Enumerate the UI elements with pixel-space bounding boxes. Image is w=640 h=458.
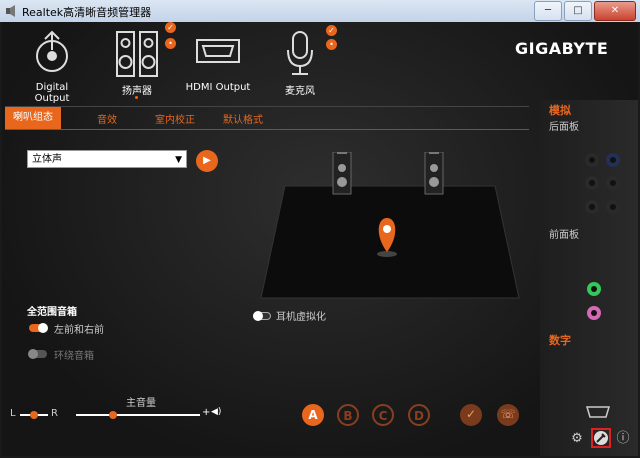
profile-c-button[interactable]: C	[372, 404, 394, 426]
maximize-button[interactable]: □	[564, 1, 592, 21]
tab-label: HDMI Output	[185, 82, 251, 93]
surround-label: 环绕音箱	[54, 351, 94, 362]
back-jack-2[interactable]	[606, 153, 620, 167]
info-icon[interactable]: ⓘ	[614, 430, 632, 448]
speaker-config-select[interactable]: 立体声 ▼	[27, 150, 187, 168]
full-range-title: 全范围音箱	[27, 307, 77, 318]
settings-gear-icon[interactable]: ⚙	[568, 430, 586, 448]
front-panel-label: 前面板	[549, 230, 579, 241]
wrench-icon	[594, 431, 608, 445]
balance-slider-thumb[interactable]	[30, 411, 38, 419]
headphone-virtualization-toggle[interactable]	[253, 311, 271, 321]
hdmi-port-icon[interactable]	[586, 406, 610, 418]
mute-speaker-icon[interactable]: ◀)	[211, 407, 221, 417]
tab-speaker-config[interactable]: 喇叭组态	[5, 107, 61, 129]
tab-speakers[interactable]: 扬声器	[108, 26, 166, 99]
brand-logo: GIGABYTE	[515, 39, 609, 58]
hdmi-icon	[196, 39, 240, 63]
profile-a-button[interactable]: A	[302, 404, 324, 426]
back-jack-6[interactable]	[606, 200, 620, 214]
main-volume-title: 主音量	[126, 398, 156, 409]
front-lr-toggle[interactable]	[29, 323, 48, 333]
sub-tab-bar: 喇叭组态 音效 室内校正 默认格式	[5, 106, 529, 130]
jack-side-panel: 模拟 后面板 前面板 数字 ⚙ ⓘ	[540, 100, 638, 456]
digital-output-icon	[36, 30, 68, 72]
back-jack-1[interactable]	[585, 153, 599, 167]
main-client: Digital Output 扬声器 ✓ • HDMI Output 麦克风 ✓…	[2, 22, 638, 456]
advanced-settings-button[interactable]	[591, 428, 611, 448]
volume-plus-icon: +	[202, 407, 211, 418]
realtek-speaker-icon	[6, 5, 15, 17]
chevron-down-icon: ▼	[175, 155, 182, 165]
tab-label: 麦克风	[285, 86, 315, 97]
back-jack-5[interactable]	[585, 200, 599, 214]
title-bar: Realtek高清晰音频管理器 ─ □ ✕	[0, 0, 640, 22]
digital-header: 数字	[549, 334, 571, 347]
tab-label: Digital Output	[34, 82, 70, 104]
tab-default-format[interactable]: 默认格式	[223, 111, 263, 126]
balance-right-label: R	[51, 408, 58, 419]
profile-b-button[interactable]: B	[337, 404, 359, 426]
confirm-check-icon[interactable]: ✓	[460, 404, 482, 426]
close-button[interactable]: ✕	[594, 1, 636, 21]
headphone-virtualization-label: 耳机虚拟化	[276, 312, 326, 323]
tab-label: 扬声器	[122, 86, 152, 97]
analog-header: 模拟	[549, 104, 571, 117]
window-title: Realtek高清晰音频管理器	[22, 6, 152, 19]
back-panel-label: 后面板	[549, 122, 579, 133]
back-jack-3[interactable]	[585, 176, 599, 190]
microphone-icon	[287, 31, 313, 75]
main-volume-slider[interactable]	[76, 414, 200, 416]
mic-status-check-icon: ✓	[326, 25, 337, 36]
play-test-button[interactable]: ▶	[196, 150, 218, 172]
mic-status-dot-icon: •	[326, 39, 337, 50]
front-lr-label: 左前和右前	[54, 325, 104, 336]
main-volume-slider-thumb[interactable]	[109, 411, 118, 419]
minimize-button[interactable]: ─	[534, 1, 562, 21]
tab-microphone[interactable]: 麦克风	[272, 26, 328, 97]
surround-toggle[interactable]	[28, 349, 47, 359]
profile-d-button[interactable]: D	[408, 404, 430, 426]
select-value: 立体声	[32, 154, 62, 165]
tab-room-correction[interactable]: 室内校正	[155, 111, 195, 126]
front-jack-microphone[interactable]	[587, 306, 601, 320]
right-speaker-icon[interactable]	[424, 152, 444, 195]
speaker-status-dot-icon: •	[165, 38, 176, 49]
speaker-status-check-icon: ✓	[165, 22, 176, 33]
tab-digital-output[interactable]: Digital Output	[20, 26, 84, 104]
speaker-icon	[116, 31, 158, 77]
selected-indicator	[135, 96, 138, 99]
speaker-stage	[260, 152, 520, 299]
front-jack-headphone[interactable]	[587, 282, 601, 296]
back-jack-4[interactable]	[606, 176, 620, 190]
balance-left-label: L	[10, 408, 16, 419]
phone-icon[interactable]: ☏	[497, 404, 519, 426]
tab-hdmi-output[interactable]: HDMI Output	[182, 26, 254, 96]
tab-sound-effects[interactable]: 音效	[97, 111, 117, 126]
left-speaker-icon[interactable]	[332, 152, 352, 195]
